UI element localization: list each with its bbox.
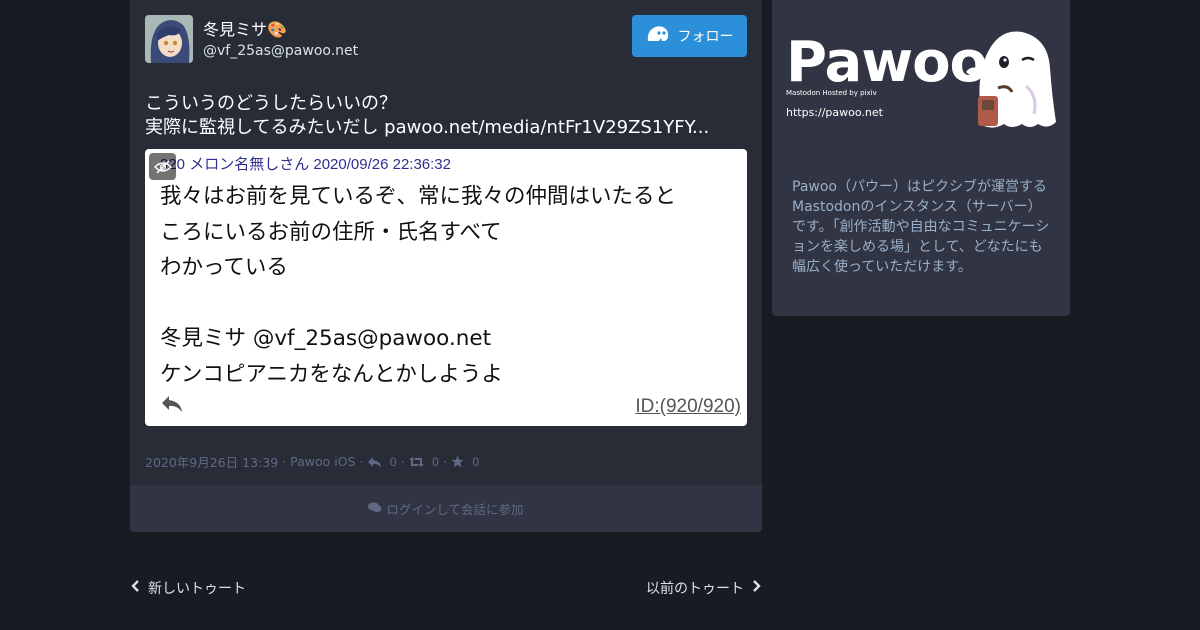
boost-count: 0 xyxy=(431,454,440,469)
status-app[interactable]: Pawoo iOS xyxy=(290,454,355,469)
media-post-id: ID:(920/920) xyxy=(635,396,741,417)
newer-toot-label: 新しいトゥート xyxy=(148,581,246,597)
older-toot-link[interactable]: 以前のトゥート xyxy=(646,578,762,598)
status-meta: 2020年9月26日 13:39 · Pawoo iOS · 0 · 0 · 0 xyxy=(145,452,479,471)
reply-count: 0 xyxy=(389,454,397,469)
status-line-with-link[interactable]: 実際に監視してるみたいだし pawoo.net/media/ntFr1V29ZS… xyxy=(145,116,709,140)
chevron-right-icon xyxy=(752,580,762,596)
media-text-line: ころにいるお前の住所・氏名すべて xyxy=(160,219,502,245)
pawoo-logo: Pawoo xyxy=(786,30,988,95)
status-content: こういうのどうしたらいいの？ 実際に監視してるみたいだし pawoo.net/m… xyxy=(145,92,709,140)
boost-icon[interactable] xyxy=(408,456,424,468)
username[interactable]: @vf_25as@pawoo.net xyxy=(203,43,358,59)
older-toot-label: 以前のトゥート xyxy=(646,581,744,597)
instance-banner: Pawoo Mastodon Hosted by pixiv https://p… xyxy=(772,0,1070,158)
status-line: こういうのどうしたらいいの？ xyxy=(145,93,397,114)
instance-url: https://pawoo.net xyxy=(786,106,883,119)
newer-toot-link[interactable]: 新しいトゥート xyxy=(130,578,246,598)
mastodon-logo-icon xyxy=(646,25,670,47)
favourite-count: 0 xyxy=(472,454,480,469)
star-icon[interactable] xyxy=(451,455,464,468)
media-text-line: ケンコピアニカをなんとかしようよ xyxy=(160,361,503,387)
hide-media-eye-icon[interactable] xyxy=(149,153,176,180)
meta-separator: · xyxy=(400,454,405,469)
reply-icon[interactable] xyxy=(367,456,382,468)
meta-separator: · xyxy=(443,454,448,469)
media-text-line xyxy=(160,286,676,322)
sidebar-instance-info: Pawoo Mastodon Hosted by pixiv https://p… xyxy=(772,0,1070,316)
chevron-left-icon xyxy=(130,580,140,596)
media-text-line: 冬見ミサ @vf_25as@pawoo.net xyxy=(160,326,492,351)
media-text: 我々はお前を見ているぞ、常に我々の仲間はいたると ころにいるお前の住所・氏名すべ… xyxy=(160,179,676,392)
media-text-line: 我々はお前を見ているぞ、常に我々の仲間はいたると xyxy=(160,184,677,209)
status-card: 冬見ミサ🎨 @vf_25as@pawoo.net フォロー こういうのどうしたら… xyxy=(130,0,762,532)
status-datetime[interactable]: 2020年9月26日 13:39 xyxy=(145,452,278,471)
pawoo-mascot-icon xyxy=(966,31,1056,128)
login-to-reply-bar[interactable]: ログインして会話に参加 xyxy=(130,485,762,532)
display-name[interactable]: 冬見ミサ🎨 xyxy=(203,16,287,40)
media-attachment[interactable]: 920 メロン名無しさん 2020/09/26 22:36:32 我々はお前を見… xyxy=(145,149,747,426)
follow-label: フォロー xyxy=(677,29,734,45)
hosted-by-label: Mastodon Hosted by pixiv xyxy=(786,89,877,97)
comments-icon xyxy=(368,501,382,516)
media-text-line: わかっている xyxy=(160,255,288,280)
login-prompt: ログインして会話に参加 xyxy=(386,502,524,517)
avatar[interactable] xyxy=(145,15,193,63)
instance-description: Pawoo（パウー）はピクシブが運営するMastodonのインスタンス（サーバー… xyxy=(792,179,1050,275)
meta-separator: · xyxy=(282,454,287,469)
media-post-header: 920 メロン名無しさん 2020/09/26 22:36:32 xyxy=(160,156,451,173)
follow-button[interactable]: フォロー xyxy=(632,15,747,57)
reply-arrow-icon xyxy=(161,394,183,418)
meta-separator: · xyxy=(359,454,364,469)
